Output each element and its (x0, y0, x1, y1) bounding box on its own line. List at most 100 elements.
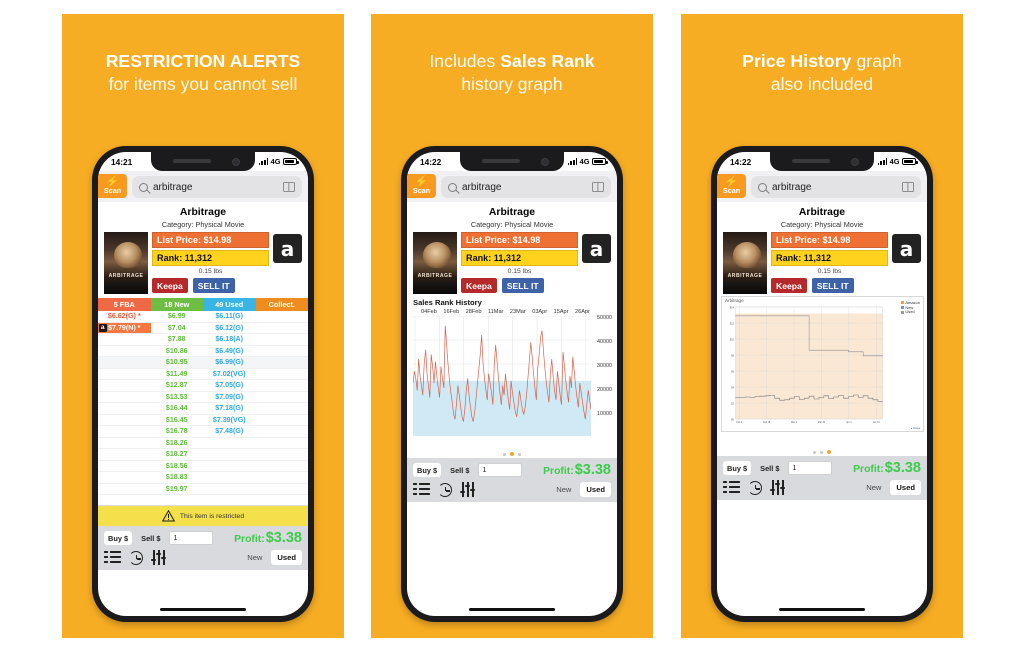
table-row[interactable]: $12.87 $7.05(G) (98, 380, 308, 392)
sell-it-button[interactable]: SELL IT (811, 278, 854, 293)
cell-collectible-price (256, 472, 309, 483)
history-clock-icon[interactable] (748, 480, 762, 495)
book-icon[interactable] (283, 182, 295, 192)
table-row[interactable]: $10.86 $6.49(G) (98, 346, 308, 357)
panel-headline-bold: RESTRICTION ALERTS (105, 51, 301, 71)
cover-title: ARBITRAGE (417, 273, 453, 279)
search-input[interactable]: arbitrage (751, 176, 921, 198)
sell-it-button[interactable]: SELL IT (192, 278, 235, 293)
product-cover-image: ARBITRAGE (104, 232, 148, 294)
book-icon[interactable] (902, 182, 914, 192)
sell-price-button[interactable]: Sell $ (446, 463, 473, 477)
list-icon[interactable] (723, 480, 740, 495)
scan-button[interactable]: ⚡ Scan (98, 174, 127, 198)
table-row[interactable]: $11.49 $7.02(VG) (98, 369, 308, 380)
quantity-input[interactable]: 1 (788, 461, 833, 475)
search-input[interactable]: arbitrage (441, 176, 611, 198)
cell-collectible-price (256, 323, 309, 334)
table-row[interactable]: $19.97 (98, 484, 308, 495)
cell-collectible-price (256, 357, 309, 368)
list-icon[interactable] (413, 482, 430, 497)
home-indicator (160, 607, 246, 611)
cell-used-price: $6.11(G) (215, 312, 244, 320)
product-category: Category: Physical Movie (470, 220, 554, 229)
cell-new-price: $7.04 (167, 323, 186, 332)
buy-price-button[interactable]: Buy $ (723, 461, 752, 475)
table-row[interactable]: $10.95 $6.99(G) (98, 357, 308, 369)
svg-text:Mar 1: Mar 1 (791, 421, 798, 424)
sell-price-button[interactable]: Sell $ (756, 461, 783, 475)
sell-it-button[interactable]: SELL IT (501, 278, 544, 293)
x-tick-label: 15Apr (553, 309, 569, 315)
buy-price-button[interactable]: Buy $ (104, 531, 133, 545)
x-tick-label: 11Mar (487, 309, 504, 315)
keepa-button[interactable]: Keepa (461, 278, 497, 293)
product-cover-image: ARBITRAGE (413, 232, 457, 294)
amazon-logo-icon[interactable]: a (582, 234, 611, 263)
svg-text:$8: $8 (731, 354, 734, 357)
sell-price-button[interactable]: Sell $ (137, 531, 164, 545)
promo-panel-restriction-alerts: RESTRICTION ALERTS for items you cannot … (62, 14, 344, 638)
scan-button[interactable]: ⚡ Scan (717, 174, 746, 198)
restriction-banner: This item is restricted (98, 505, 308, 526)
table-row[interactable]: $18.27 (98, 449, 308, 461)
segment-used[interactable]: Used (580, 482, 611, 497)
app-search-bar: ⚡ Scan arbitrage (407, 171, 617, 202)
list-price-bar: List Price: $14.98 (152, 232, 269, 248)
profit-label: Profit: (543, 466, 574, 477)
profit-label: Profit: (853, 464, 884, 475)
table-row[interactable]: $16.44 $7.18(G) (98, 403, 308, 415)
table-row[interactable]: $6.62(G) * $6.99 $6.11(G) (98, 311, 308, 323)
table-row[interactable]: $7.88 $6.18(A) (98, 334, 308, 346)
svg-text:Mar 15: Mar 15 (818, 421, 826, 424)
panel-headline-pre: Includes (429, 51, 501, 71)
sliders-icon[interactable] (151, 550, 168, 565)
chart-y-axis-labels: 10000 20000 30000 40000 50000 (591, 315, 612, 436)
svg-text:Feb 15: Feb 15 (763, 422, 771, 424)
offers-table-header: 5 FBA 18 New 49 Used Collect. (98, 298, 308, 311)
column-header-collectible[interactable]: Collect. (255, 298, 308, 311)
cell-new-price: $7.88 (167, 335, 186, 343)
scan-button[interactable]: ⚡ Scan (407, 174, 436, 198)
battery-icon (592, 158, 608, 165)
segment-new[interactable]: New (241, 550, 268, 565)
amazon-logo-icon[interactable]: a (273, 234, 302, 263)
history-clock-icon[interactable] (438, 482, 452, 497)
table-row[interactable]: $13.53 $7.09(G) (98, 392, 308, 403)
status-time: 14:22 (730, 156, 752, 167)
buy-price-button[interactable]: Buy $ (413, 463, 442, 477)
table-row[interactable]: $18.83 (98, 472, 308, 484)
cell-fba-price (98, 415, 151, 426)
table-row[interactable]: $18.26 (98, 438, 308, 449)
svg-text:$2: $2 (731, 402, 734, 405)
table-row[interactable]: $16.45 $7.39(VG) (98, 415, 308, 426)
search-input-value: arbitrage (772, 181, 812, 193)
column-header-new[interactable]: 18 New (150, 298, 203, 311)
column-header-fba[interactable]: 5 FBA (98, 298, 151, 311)
sliders-icon[interactable] (770, 480, 787, 495)
amazon-logo-icon[interactable]: a (892, 234, 921, 263)
history-clock-icon[interactable] (129, 550, 143, 565)
sliders-icon[interactable] (460, 482, 477, 497)
table-row[interactable]: $18.56 (98, 461, 308, 472)
cell-new-price: $10.86 (165, 346, 188, 355)
status-time: 14:22 (420, 156, 442, 167)
quantity-input[interactable]: 1 (169, 531, 214, 545)
list-icon[interactable] (104, 550, 121, 565)
table-row[interactable]: $16.78 $7.48(G) (98, 426, 308, 438)
page-dots (407, 448, 617, 458)
column-header-used[interactable]: 49 Used (203, 298, 256, 311)
battery-icon (283, 158, 299, 165)
segment-new[interactable]: New (550, 482, 577, 497)
keepa-button[interactable]: Keepa (771, 278, 807, 293)
cell-fba-price (98, 461, 151, 472)
segment-used[interactable]: Used (271, 550, 302, 565)
quantity-input[interactable]: 1 (478, 463, 523, 477)
search-input[interactable]: arbitrage (132, 176, 302, 198)
segment-used[interactable]: Used (890, 480, 921, 495)
book-icon[interactable] (592, 182, 604, 192)
cell-fba-price (98, 369, 151, 380)
table-row[interactable]: a $7.79(N) * $7.04 $6.12(G) (98, 322, 309, 334)
segment-new[interactable]: New (860, 480, 887, 495)
keepa-button[interactable]: Keepa (152, 278, 188, 293)
